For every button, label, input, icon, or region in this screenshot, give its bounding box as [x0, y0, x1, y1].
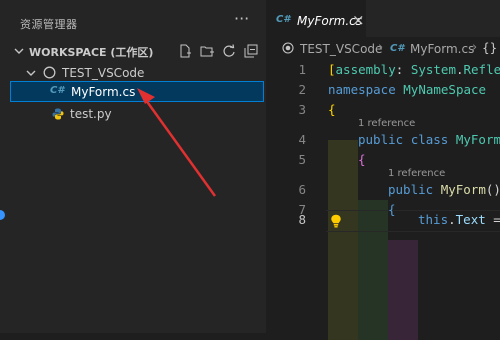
breadcrumb: TEST_VSCode › C# MyForm.cs › {} — [266, 40, 500, 58]
indent-guide — [328, 140, 358, 340]
file-label: test.py — [70, 107, 112, 121]
tab-myform-cs[interactable]: C# MyForm.cs × — [266, 0, 366, 37]
indent-guide — [388, 240, 418, 340]
code-line: { — [388, 202, 396, 217]
code-line: [assembly: System.Reflec — [328, 62, 500, 77]
file-item-myform-cs[interactable]: C# MyForm.cs — [10, 81, 264, 102]
chevron-down-icon — [14, 48, 24, 54]
workspace-title: WORKSPACE (工作区) — [29, 46, 154, 59]
python-icon — [52, 108, 64, 120]
csharp-icon: C# — [50, 85, 65, 96]
line-number: 5 — [298, 152, 306, 167]
code-line: { — [328, 102, 336, 117]
folder-root-icon — [43, 66, 56, 79]
code-line: this.Text = — [418, 212, 500, 227]
code-line: public class MyForm : — [358, 132, 500, 147]
new-file-icon[interactable] — [177, 42, 193, 60]
csharp-icon: C# — [276, 14, 291, 25]
breadcrumb-separator: › — [472, 40, 478, 55]
tab-bar: C# MyForm.cs × — [266, 0, 500, 37]
explorer-title: 资源管理器 — [20, 18, 78, 31]
line-number: 4 — [298, 132, 306, 147]
line-number: 6 — [298, 182, 306, 197]
folder-label: TEST_VSCode — [62, 66, 145, 80]
line-number: 8 — [298, 212, 306, 227]
workspace-section-header[interactable]: WORKSPACE (工作区) — [0, 41, 266, 61]
breadcrumb-folder[interactable]: TEST_VSCode — [300, 42, 382, 56]
breadcrumb-separator: › — [378, 40, 384, 55]
new-folder-icon[interactable] — [199, 42, 215, 60]
code-line: public MyForm() — [388, 182, 500, 197]
file-item-test-py[interactable]: test.py — [0, 103, 266, 125]
editor-area: C# MyForm.cs × TEST_VSCode › C# MyForm.c… — [266, 0, 500, 340]
target-icon — [282, 42, 294, 54]
line-number: 3 — [298, 102, 306, 117]
more-actions-icon[interactable]: ··· — [234, 11, 249, 27]
explorer-sidebar: 资源管理器 ··· WORKSPACE (工作区) TEST_VSCode C#… — [0, 0, 266, 333]
chevron-down-icon — [26, 70, 36, 76]
code-editor[interactable]: 1 [assembly: System.Reflec 2 namespace M… — [266, 58, 500, 340]
csharp-icon: C# — [390, 43, 405, 54]
code-line: { — [358, 152, 366, 167]
breadcrumb-namespace[interactable]: {} — [482, 41, 497, 55]
lightbulb-icon[interactable] — [330, 214, 342, 228]
close-icon[interactable]: × — [352, 11, 365, 29]
collapse-all-icon[interactable] — [243, 42, 259, 60]
refresh-icon[interactable] — [221, 42, 237, 60]
breadcrumb-file[interactable]: MyForm.cs — [410, 42, 474, 56]
codelens-references[interactable]: 1 reference — [388, 168, 445, 179]
codelens-references[interactable]: 1 reference — [358, 118, 415, 129]
code-line: namespace MyNameSpace — [328, 82, 487, 97]
line-number: 2 — [298, 82, 306, 97]
workspace-actions — [177, 42, 259, 60]
line-number: 1 — [298, 62, 306, 77]
file-label: MyForm.cs — [71, 85, 136, 99]
